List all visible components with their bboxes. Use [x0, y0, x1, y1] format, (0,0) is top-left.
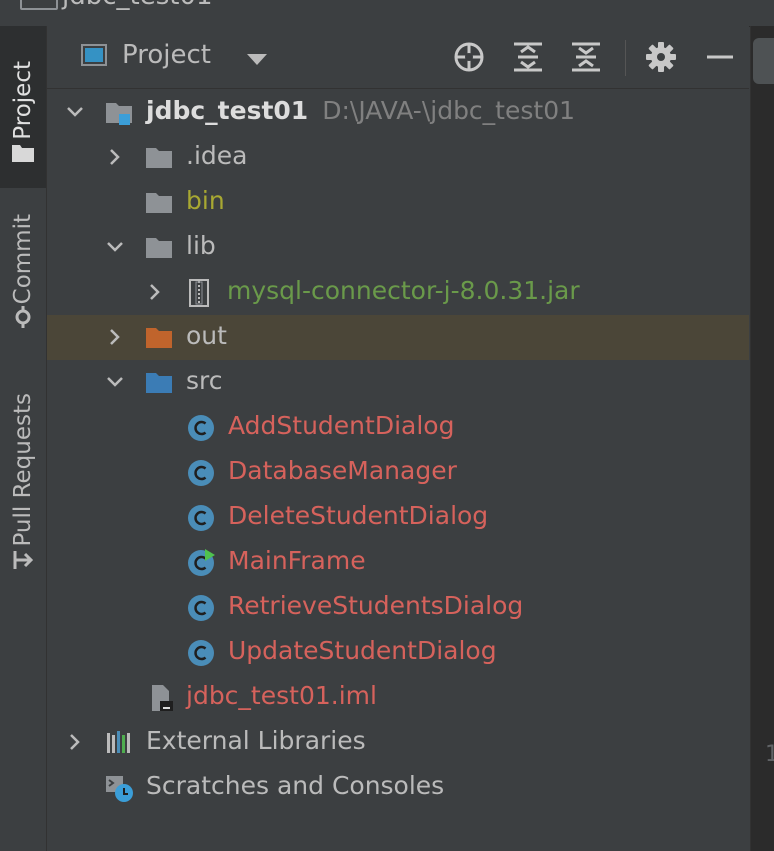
expand-all-icon[interactable] [512, 41, 544, 73]
window-title: jdbc_test01 [62, 0, 213, 11]
tree-row-root[interactable]: jdbc_test01 D:\JAVA-\jdbc_test01 [47, 90, 749, 135]
commit-tool-label: Commit [10, 213, 36, 304]
editor-tab-strip: jdbc_test01 [0, 0, 774, 27]
project-panel: Project jdbc_test01 D:\JAVA-\jdbc_test01… [47, 26, 749, 851]
tree-label: External Libraries [146, 726, 366, 755]
java-class-icon [188, 595, 214, 621]
jar-archive-icon [189, 279, 209, 307]
tree-label: src [186, 366, 223, 395]
module-file-icon [152, 685, 173, 711]
tree-label: lib [186, 231, 216, 260]
tree-label: RetrieveStudentsDialog [228, 591, 524, 620]
module-folder-icon [106, 103, 132, 125]
tool-window-stripe: Project Commit Pull Requests [0, 26, 47, 851]
tree-row-class[interactable]: AddStudentDialog [47, 405, 749, 450]
tree-row-scratches[interactable]: Scratches and Consoles [47, 765, 749, 810]
chevron-right-icon[interactable] [105, 147, 125, 167]
source-folder-icon [146, 373, 172, 393]
tree-label: DeleteStudentDialog [228, 501, 489, 530]
tree-label: Scratches and Consoles [146, 771, 445, 800]
project-tool-label: Project [10, 61, 36, 140]
tree-label: MainFrame [228, 546, 366, 575]
tree-label: UpdateStudentDialog [228, 636, 497, 665]
tree-label: .idea [186, 141, 248, 170]
editor-tab[interactable] [753, 38, 774, 84]
hide-panel-icon[interactable] [704, 41, 736, 73]
tree-label: jdbc_test01.iml [186, 681, 377, 710]
tree-row-class[interactable]: RetrieveStudentsDialog [47, 585, 749, 630]
folder-icon [146, 193, 172, 213]
folder-icon [10, 140, 36, 166]
commit-icon [10, 304, 36, 330]
project-view-selector[interactable]: Project [122, 40, 211, 70]
tree-label: DatabaseManager [228, 456, 457, 485]
tree-label: jdbc_test01 D:\JAVA-\jdbc_test01 [146, 96, 575, 125]
tree-row-lib[interactable]: lib [47, 225, 749, 270]
java-class-icon [188, 415, 214, 441]
root-path: D:\JAVA-\jdbc_test01 [322, 96, 576, 125]
chevron-down-icon[interactable] [65, 102, 85, 122]
project-panel-header: Project [47, 26, 749, 89]
chevron-down-icon[interactable] [105, 237, 125, 257]
tree-row-class[interactable]: DatabaseManager [47, 450, 749, 495]
commit-tool-button[interactable]: Commit [0, 201, 46, 336]
tree-row-class[interactable]: DeleteStudentDialog [47, 495, 749, 540]
ide-window: jdbc_test01 Project Commit Pull Requests [0, 0, 774, 851]
pull-requests-tool-button[interactable]: Pull Requests [0, 381, 46, 579]
chevron-right-icon[interactable] [105, 327, 125, 347]
tree-row-iml[interactable]: jdbc_test01.iml [47, 675, 749, 720]
tree-row-bin[interactable]: bin [47, 180, 749, 225]
tree-row-jar[interactable]: mysql-connector-j-8.0.31.jar [47, 270, 749, 315]
tree-row-idea[interactable]: .idea [47, 135, 749, 180]
chevron-right-icon[interactable] [65, 732, 85, 752]
tree-row-out[interactable]: out [47, 315, 749, 360]
chevron-down-icon[interactable] [247, 54, 267, 66]
scratches-icon [106, 776, 133, 802]
project-view-icon [81, 44, 107, 66]
tree-label: bin [186, 186, 225, 215]
tree-label: mysql-connector-j-8.0.31.jar [227, 276, 580, 305]
tree-row-external-libraries[interactable]: External Libraries [47, 720, 749, 765]
tree-row-class[interactable]: MainFrame [47, 540, 749, 585]
chevron-right-icon[interactable] [145, 282, 165, 302]
tree-label: AddStudentDialog [228, 411, 455, 440]
excluded-folder-icon [146, 328, 172, 348]
window-frame-icon [20, 0, 58, 10]
line-number: 1 [765, 742, 774, 767]
header-separator [625, 40, 626, 76]
folder-icon [146, 238, 172, 258]
editor-area: 1 [750, 26, 774, 851]
chevron-down-icon[interactable] [105, 372, 125, 392]
java-class-icon [188, 640, 214, 666]
folder-icon [146, 148, 172, 168]
tree-row-class[interactable]: UpdateStudentDialog [47, 630, 749, 675]
gear-icon[interactable] [645, 41, 677, 73]
libraries-icon [107, 731, 130, 753]
tree-label: out [186, 321, 227, 350]
pull-requests-tool-label: Pull Requests [10, 393, 36, 547]
project-tool-button[interactable]: Project [0, 26, 46, 188]
pull-request-icon [10, 547, 36, 573]
collapse-all-icon[interactable] [570, 41, 602, 73]
tree-row-src[interactable]: src [47, 360, 749, 405]
java-runnable-class-icon [188, 549, 215, 576]
locate-file-icon[interactable] [453, 41, 485, 73]
java-class-icon [188, 505, 214, 531]
java-class-icon [188, 460, 214, 486]
root-name: jdbc_test01 [146, 96, 309, 125]
